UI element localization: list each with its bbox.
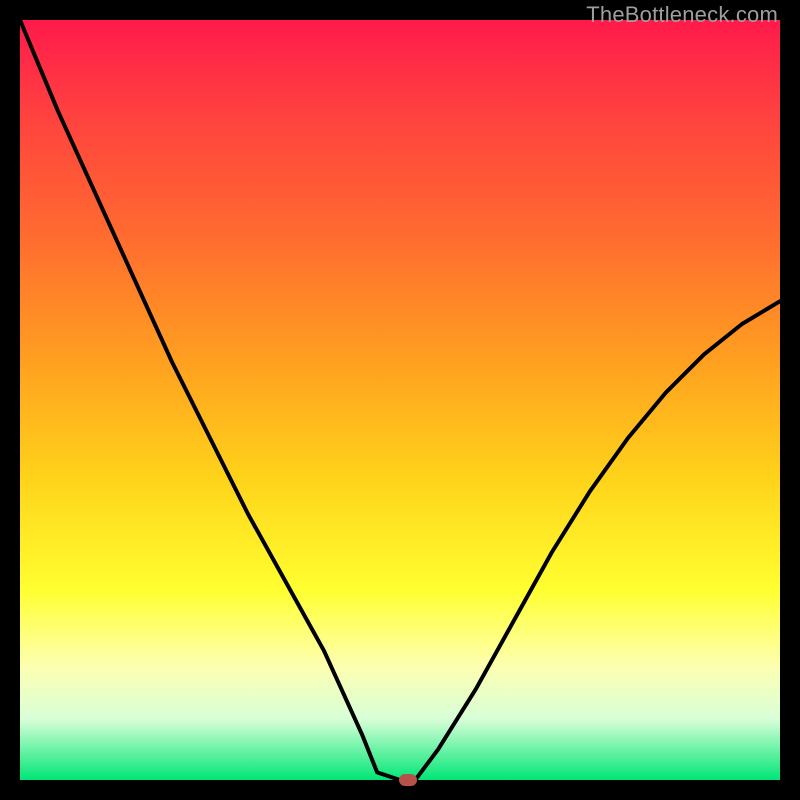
chart-frame: TheBottleneck.com	[0, 0, 800, 800]
watermark-text: TheBottleneck.com	[586, 2, 778, 28]
optimal-point-marker	[399, 774, 417, 786]
curve-path	[20, 20, 780, 780]
plot-area	[20, 20, 780, 780]
bottleneck-curve	[20, 20, 780, 780]
